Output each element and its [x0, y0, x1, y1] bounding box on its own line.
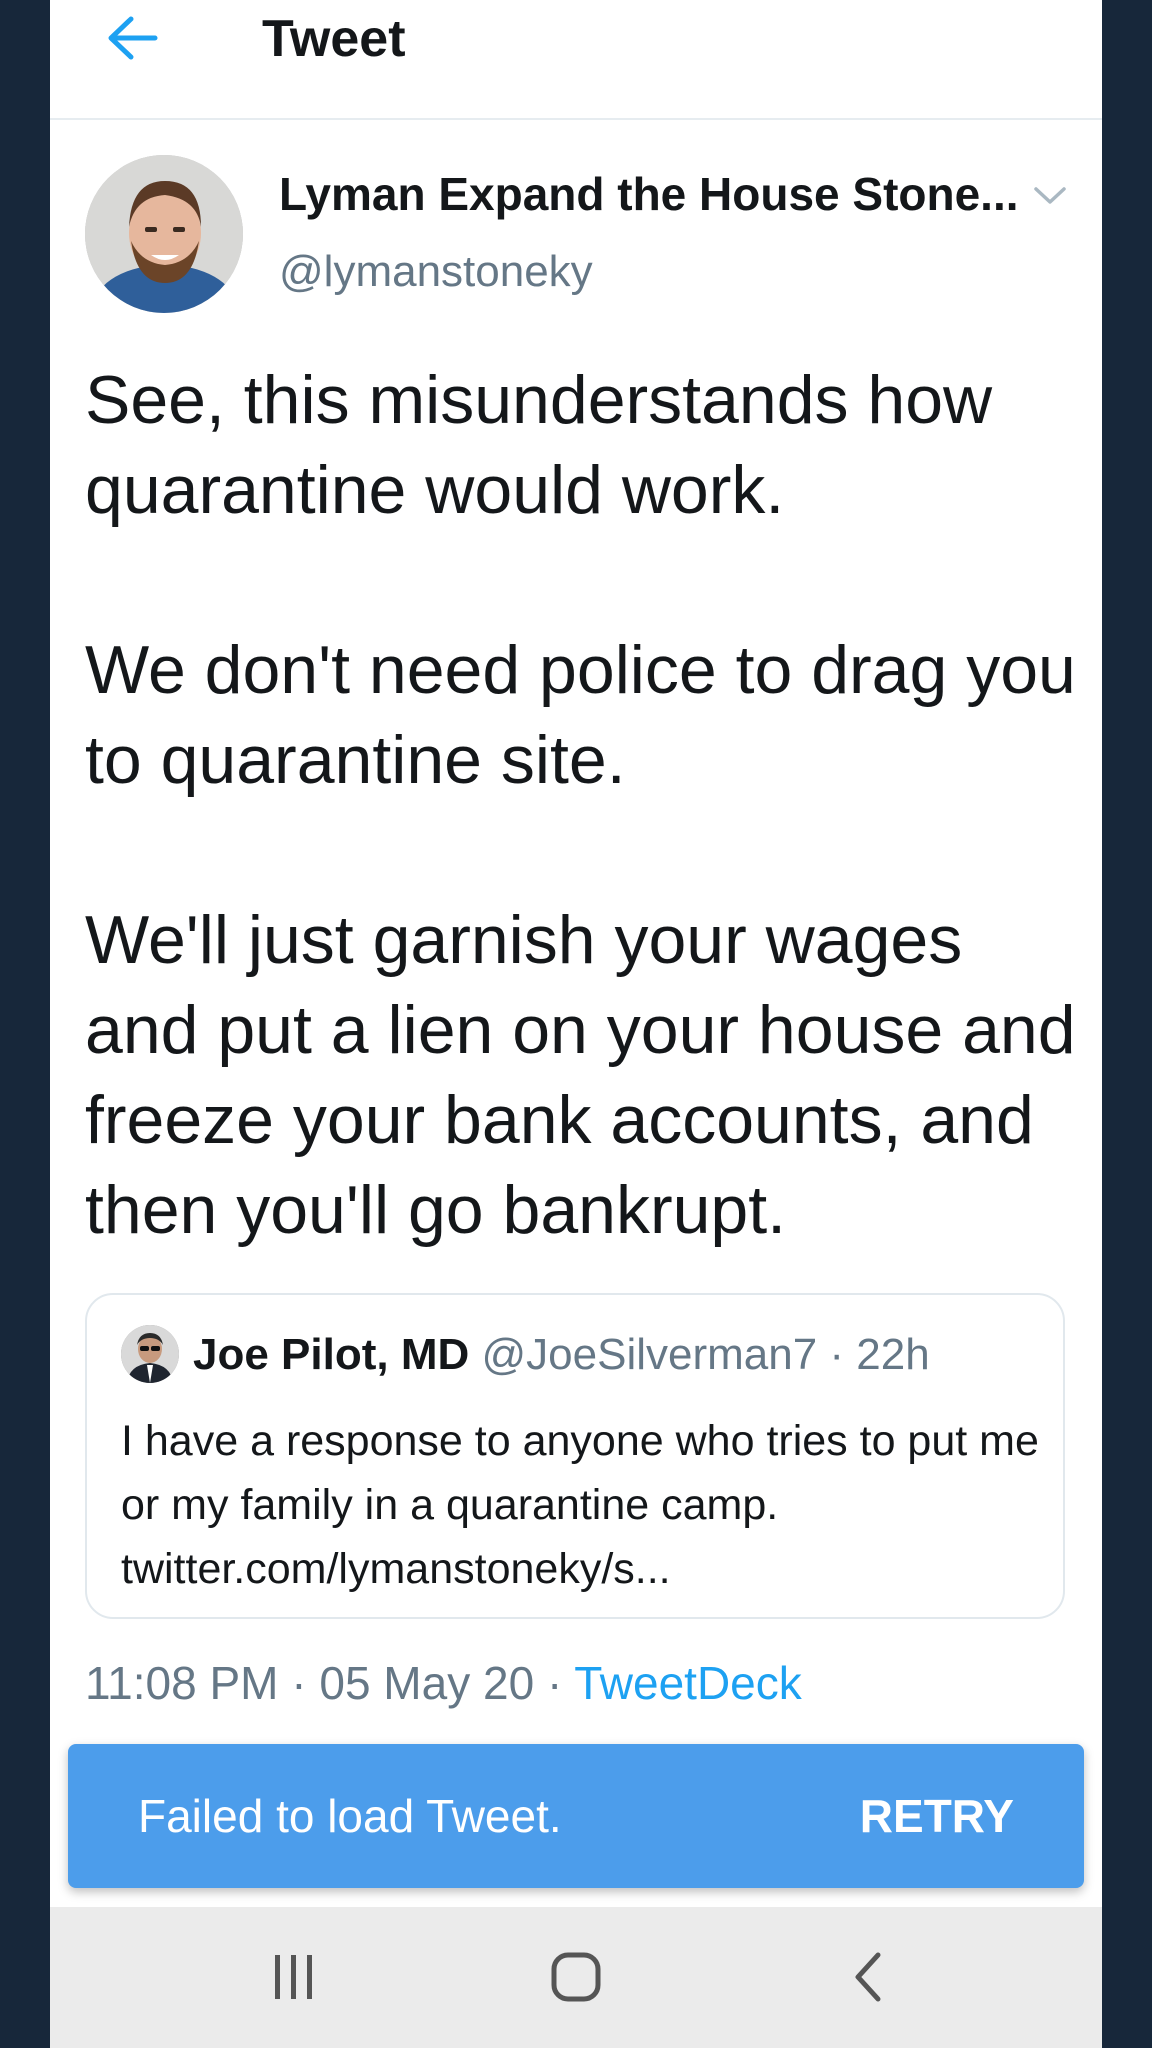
page-title: Tweet [262, 10, 406, 68]
error-snackbar: Failed to load Tweet. RETRY [68, 1744, 1084, 1888]
back-chevron-icon [855, 1952, 881, 2002]
tweet-menu-button[interactable] [1030, 176, 1070, 216]
top-bar: Tweet [50, 0, 1102, 120]
chevron-down-icon [1034, 187, 1066, 204]
author-handle[interactable]: @lymanstoneky [279, 244, 593, 300]
tweet-date: · 05 May 20 · [291, 1657, 563, 1709]
tweet-timestamp: 11:08 PM · 05 May 20 · TweetDeck [85, 1650, 802, 1716]
home-button[interactable] [536, 1937, 616, 2017]
tweet-text: See, this misunderstands how quarantine … [85, 355, 1085, 1345]
author-avatar[interactable] [85, 155, 243, 313]
quoted-author-avatar [121, 1325, 179, 1383]
quoted-avatar-image [121, 1325, 179, 1383]
avatar-image [85, 155, 243, 313]
home-icon [551, 1952, 601, 2002]
quoted-tweet-header: Joe Pilot, MD @JoeSilverman7 · 22h [193, 1325, 930, 1385]
quoted-tweet-card[interactable]: Joe Pilot, MD @JoeSilverman7 · 22h I hav… [85, 1293, 1065, 1619]
back-button[interactable] [102, 10, 162, 66]
arrow-left-icon [108, 16, 158, 60]
system-nav-bar [50, 1907, 1102, 2048]
retry-button[interactable]: RETRY [860, 1744, 1014, 1888]
author-name[interactable]: Lyman Expand the House Stone... [279, 166, 1039, 222]
tweet-source-link[interactable]: TweetDeck [574, 1657, 802, 1709]
tweet-paragraph: We'll just garnish your wages and put a … [85, 902, 1076, 1248]
quoted-author-handle: @JoeSilverman7 [481, 1330, 818, 1379]
recent-apps-icon [275, 1955, 312, 1999]
tweet-paragraph: See, this misunderstands how quarantine … [85, 362, 993, 528]
recent-apps-button[interactable] [254, 1937, 334, 2017]
tweet-time: 11:08 PM [85, 1657, 279, 1709]
quoted-tweet-text: I have a response to anyone who tries to… [121, 1417, 1039, 1593]
tweet-paragraph: We don't need police to drag you to quar… [85, 632, 1076, 798]
quoted-author-name: Joe Pilot, MD [193, 1330, 470, 1379]
system-back-button[interactable] [828, 1937, 908, 2017]
tweet-detail-screen: Tweet Lyman Expand the House Stone... @l… [50, 0, 1102, 2048]
snackbar-message: Failed to load Tweet. [138, 1790, 562, 1842]
quoted-tweet-time: · 22h [829, 1330, 930, 1379]
